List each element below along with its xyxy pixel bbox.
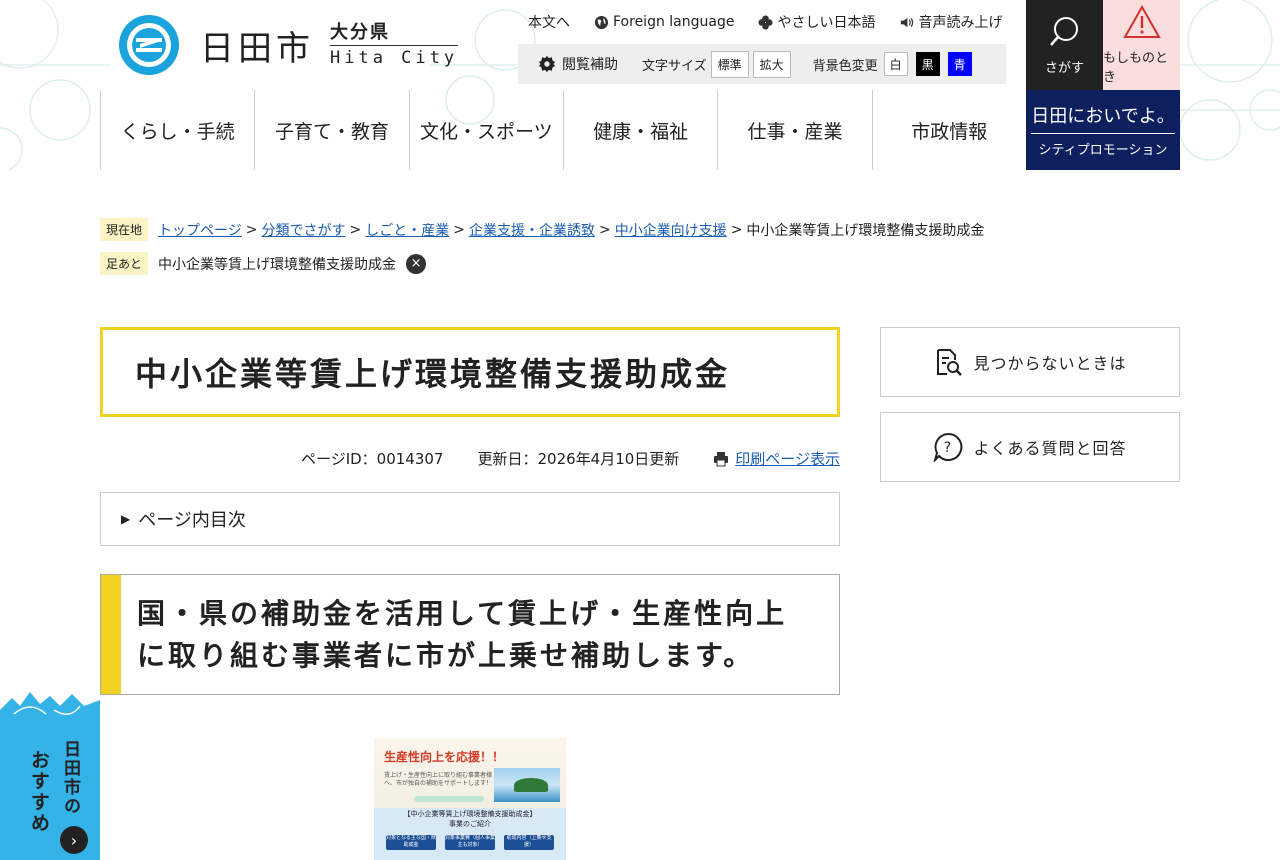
recommended-label-1: 日田市の <box>60 740 80 816</box>
gnav-culture-sports[interactable]: 文化・スポーツ <box>408 90 563 170</box>
page-title-box: 中小企業等賃上げ環境整備支援助成金 <box>100 327 840 417</box>
font-size-label: 文字サイズ <box>642 58 707 74</box>
breadcrumb-link-sme-support[interactable]: 中小企業向け支援 <box>615 220 727 240</box>
search-button[interactable]: さがす <box>1026 0 1103 90</box>
flyer-chip-3: 助成内容（上乗せ支援） <box>504 835 554 850</box>
city-name: 日田市 <box>200 28 314 69</box>
not-found-button[interactable]: 見つからないときは <box>880 327 1180 397</box>
speaker-icon <box>901 17 914 27</box>
flyer-title: 生産性向上を応援！！ <box>384 750 505 764</box>
bg-white-button[interactable]: 白 <box>883 52 908 76</box>
footprint-remove-icon[interactable]: × <box>406 253 427 274</box>
city-promotion-banner[interactable]: 日田においでよ。 シティプロモーション <box>1026 90 1180 170</box>
flyer-chip-1: 対象となる主な国・県助成金 <box>386 835 436 850</box>
footprint-history: 足あと 中小企業等賃上げ環境整備支援助成金 × <box>100 252 427 275</box>
breadcrumb-link-business-support[interactable]: 企業支援・企業誘致 <box>469 220 595 240</box>
triangle-right-icon: ▶ <box>121 512 131 526</box>
print-page-link[interactable]: 印刷ページ表示 <box>713 448 840 469</box>
city-emblem-icon <box>119 15 179 75</box>
background-color-label: 背景色変更 <box>812 58 878 74</box>
flyer-heading-1: 【中小企業等賃上げ環境整備支援助成金】 <box>403 810 537 818</box>
breadcrumb-link-work[interactable]: しごと・産業 <box>365 220 449 240</box>
document-search-icon <box>937 349 963 376</box>
browsing-assist-button[interactable]: 閲覧補助 <box>538 54 618 74</box>
global-navigation: くらし・手続 子育て・教育 文化・スポーツ 健康・福祉 仕事・産業 市政情報 <box>100 90 1026 170</box>
flyer-text: 賃上げ・生産性向上に取り組む事業者様へ、市が独自の補助をサポートします！ <box>384 772 493 788</box>
flyer-chip-2: 対象事業費（個人事業主も対象） <box>445 835 495 850</box>
gnav-childcare-education[interactable]: 子育て・教育 <box>254 90 408 170</box>
breadcrumb-link-category[interactable]: 分類でさがす <box>261 220 345 240</box>
recommended-tab[interactable]: 日田市の おすすめ › <box>0 690 100 860</box>
page-meta: ページID：0014307 更新日：2026年4月10日更新 印刷ページ表示 <box>100 448 840 469</box>
utility-links: 本文へ Foreign language やさしい日本語 音声読み上げ <box>528 12 1002 32</box>
search-icon <box>1049 16 1078 46</box>
accessibility-toolbar: 閲覧補助 文字サイズ 標準 拡大 背景色変更 白 黒 青 <box>518 44 1006 84</box>
gnav-living[interactable]: くらし・手続 <box>100 90 254 170</box>
promo-title: 日田においでよ。 <box>1031 102 1175 134</box>
page-title: 中小企業等賃上げ環境整備支援助成金 <box>135 355 731 393</box>
site-logo[interactable]: 日田市 大分県 Hita City <box>118 14 459 76</box>
breadcrumb-link-top[interactable]: トップページ <box>158 220 242 240</box>
warning-icon <box>1122 5 1161 38</box>
gnav-city-administration[interactable]: 市政情報 <box>871 90 1026 170</box>
svg-text:?: ? <box>944 440 952 456</box>
flyer-heading-2: 事業のご紹介 <box>449 819 491 828</box>
font-size-standard-button[interactable]: 標準 <box>710 50 749 78</box>
gnav-health-welfare[interactable]: 健康・福祉 <box>562 90 717 170</box>
page-toc-toggle[interactable]: ▶ ページ内目次 <box>100 492 840 546</box>
emergency-button[interactable]: もしものとき <box>1103 0 1180 90</box>
bg-blue-button[interactable]: 青 <box>947 52 972 76</box>
faq-button[interactable]: ? よくある質問と回答 <box>880 412 1180 482</box>
gear-icon <box>538 55 556 73</box>
printer-icon <box>714 451 729 466</box>
bg-black-button[interactable]: 黒 <box>915 52 940 76</box>
city-name-en: Hita City <box>330 47 459 68</box>
gnav-work-industry[interactable]: 仕事・産業 <box>717 90 871 170</box>
current-location-badge: 現在地 <box>100 218 149 241</box>
easy-japanese-link[interactable]: やさしい日本語 <box>758 12 875 32</box>
flyer-photo <box>494 768 560 802</box>
footprint-badge: 足あと <box>100 252 149 275</box>
toc-label: ページ内目次 <box>138 510 246 531</box>
breadcrumb-current: 中小企業等賃上げ環境整備支援助成金 <box>746 222 985 239</box>
globe-icon <box>594 15 609 29</box>
promo-subtitle: シティプロモーション <box>1038 143 1168 158</box>
section-heading: 国・県の補助金を活用して賃上げ・生産性向上 に取り組む事業者に市が上乗せ補助しま… <box>100 574 840 695</box>
clover-icon <box>758 14 773 30</box>
flyer-image: 生産性向上を応援！！ 賃上げ・生産性向上に取り組む事業者様へ、市が独自の補助をサ… <box>374 738 566 860</box>
skip-to-content-link[interactable]: 本文へ <box>528 12 570 32</box>
footprint-item[interactable]: 中小企業等賃上げ環境整備支援助成金 <box>158 254 396 274</box>
recommended-label-2: おすすめ <box>28 750 50 834</box>
foreign-language-link[interactable]: Foreign language <box>594 12 734 32</box>
question-bubble-icon: ? <box>933 432 963 462</box>
font-size-enlarge-button[interactable]: 拡大 <box>752 50 791 78</box>
heading-line-1: 国・県の補助金を活用して賃上げ・生産性向上 <box>137 596 788 630</box>
heading-line-2: に取り組む事業者に市が上乗せ補助します。 <box>137 638 755 672</box>
prefecture-name: 大分県 <box>330 23 459 46</box>
page-id: ページID：0014307 <box>301 450 444 468</box>
chevron-right-icon: › <box>60 826 88 854</box>
updated-date: 更新日：2026年4月10日更新 <box>477 450 680 468</box>
breadcrumb: 現在地 トップページ > 分類でさがす > しごと・産業 > 企業支援・企業誘致 > 中… <box>100 218 984 241</box>
voice-reading-link[interactable]: 音声読み上げ <box>899 12 1002 32</box>
